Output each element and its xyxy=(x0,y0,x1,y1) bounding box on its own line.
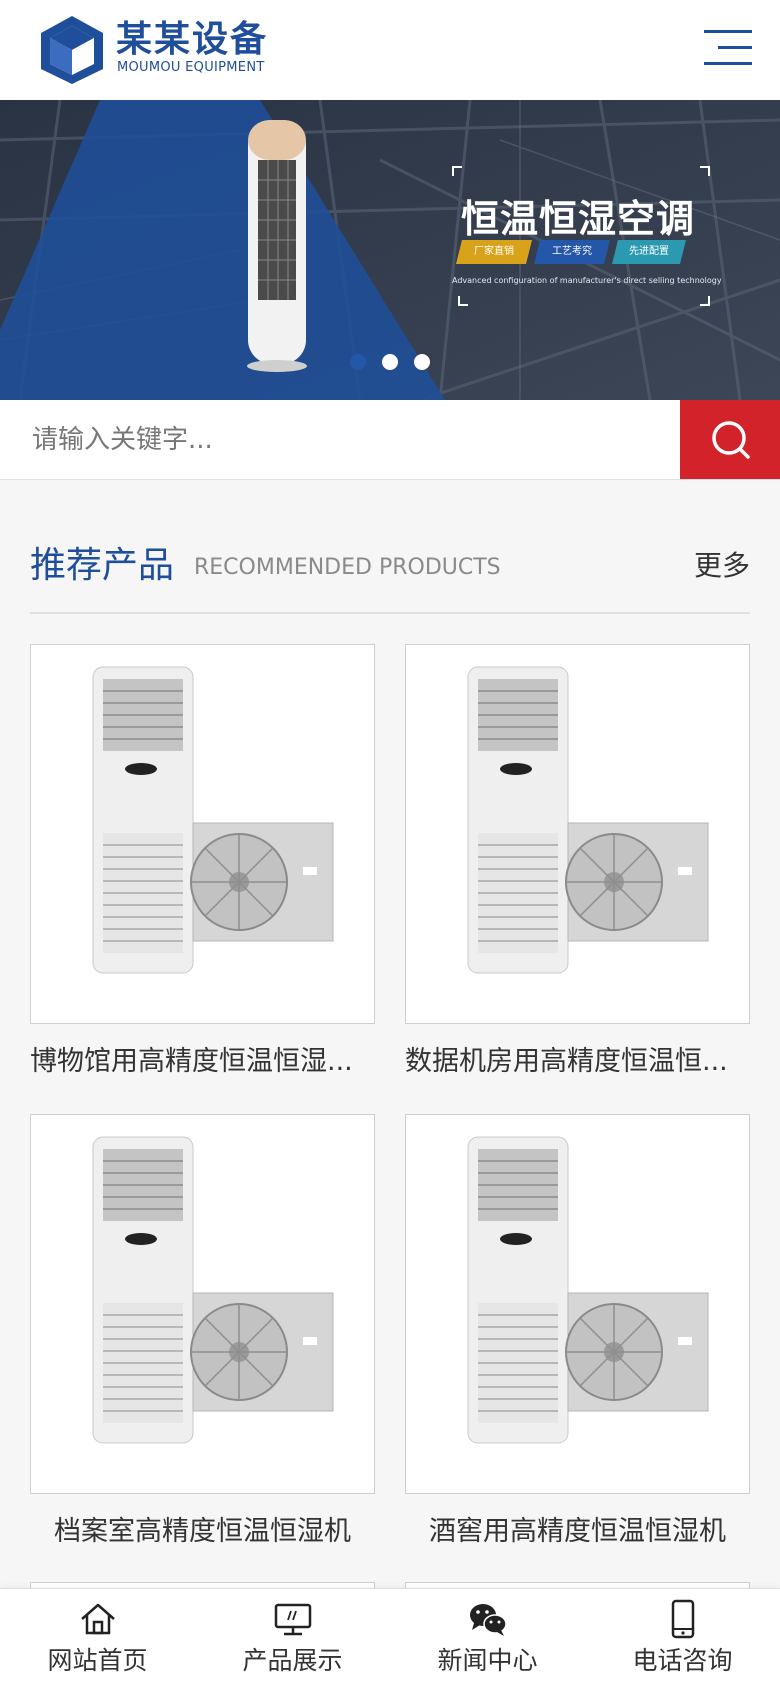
banner-tag: 厂家直销 xyxy=(456,240,532,264)
frame-corner xyxy=(700,166,710,176)
product-card[interactable] xyxy=(405,1114,750,1494)
product-image xyxy=(92,1136,334,1444)
home-icon xyxy=(81,1603,115,1635)
carousel-dot-active[interactable] xyxy=(350,354,366,370)
search-icon xyxy=(712,421,750,459)
nav-label: 网站首页 xyxy=(47,1646,148,1675)
nav-home[interactable]: 网站首页 xyxy=(0,1589,195,1688)
nav-phone[interactable]: 电话咨询 xyxy=(585,1589,780,1688)
nav-products[interactable]: 产品展示 xyxy=(195,1589,390,1688)
product-name[interactable]: 酒窖用高精度恒温恒湿机 xyxy=(405,1512,750,1552)
carousel-dot[interactable] xyxy=(414,354,430,370)
product-image xyxy=(467,1136,709,1444)
banner-tag: 先进配置 xyxy=(612,240,686,264)
banner-title: 恒温恒湿空调 xyxy=(460,197,695,241)
nav-label: 新闻中心 xyxy=(437,1646,538,1675)
section-subtitle: RECOMMENDED PRODUCTS xyxy=(194,555,501,580)
product-image xyxy=(467,666,709,974)
carousel-dot[interactable] xyxy=(382,354,398,370)
product-name[interactable]: 数据机房用高精度恒温恒... xyxy=(405,1042,750,1082)
menu-line xyxy=(704,62,752,65)
brand-name: 某某设备 xyxy=(116,19,269,60)
nav-label: 产品展示 xyxy=(242,1646,343,1675)
product-image xyxy=(92,666,334,974)
search-input[interactable] xyxy=(0,400,680,480)
frame-corner xyxy=(458,296,468,306)
product-card[interactable] xyxy=(30,644,375,1024)
search-button[interactable] xyxy=(680,400,780,480)
header: 某某设备 MOUMOU EQUIPMENT xyxy=(0,0,780,100)
hero-banner[interactable]: 恒温恒湿空调 厂家直销 工艺考究 先进配置 Advanced configura… xyxy=(0,100,780,400)
phone-icon xyxy=(671,1599,695,1639)
product-name[interactable]: 档案室高精度恒温恒湿机 xyxy=(30,1512,375,1552)
banner-subtitle: Advanced configuration of manufacturer's… xyxy=(452,276,722,285)
product-name[interactable]: 博物馆用高精度恒温恒湿... xyxy=(30,1042,375,1082)
more-link[interactable]: 更多 xyxy=(694,546,750,586)
frame-corner xyxy=(452,166,462,176)
frame-corner xyxy=(700,296,710,306)
brand-subtitle: MOUMOU EQUIPMENT xyxy=(117,60,265,75)
menu-line xyxy=(704,30,752,33)
menu-line xyxy=(718,46,752,49)
logo-icon[interactable] xyxy=(38,14,106,86)
wechat-icon xyxy=(470,1604,507,1636)
bottom-nav: 网站首页 产品展示 新闻中心 电话咨询 xyxy=(0,1588,780,1688)
nav-label: 电话咨询 xyxy=(632,1646,733,1675)
nav-news[interactable]: 新闻中心 xyxy=(390,1589,585,1688)
monitor-icon xyxy=(274,1603,312,1636)
banner-tag: 工艺考究 xyxy=(534,240,610,264)
product-card[interactable] xyxy=(30,1114,375,1494)
section-title: 推荐产品 xyxy=(30,545,175,586)
section-divider xyxy=(30,612,750,614)
product-card[interactable] xyxy=(405,644,750,1024)
menu-button[interactable] xyxy=(700,28,752,70)
search-divider xyxy=(0,479,780,480)
